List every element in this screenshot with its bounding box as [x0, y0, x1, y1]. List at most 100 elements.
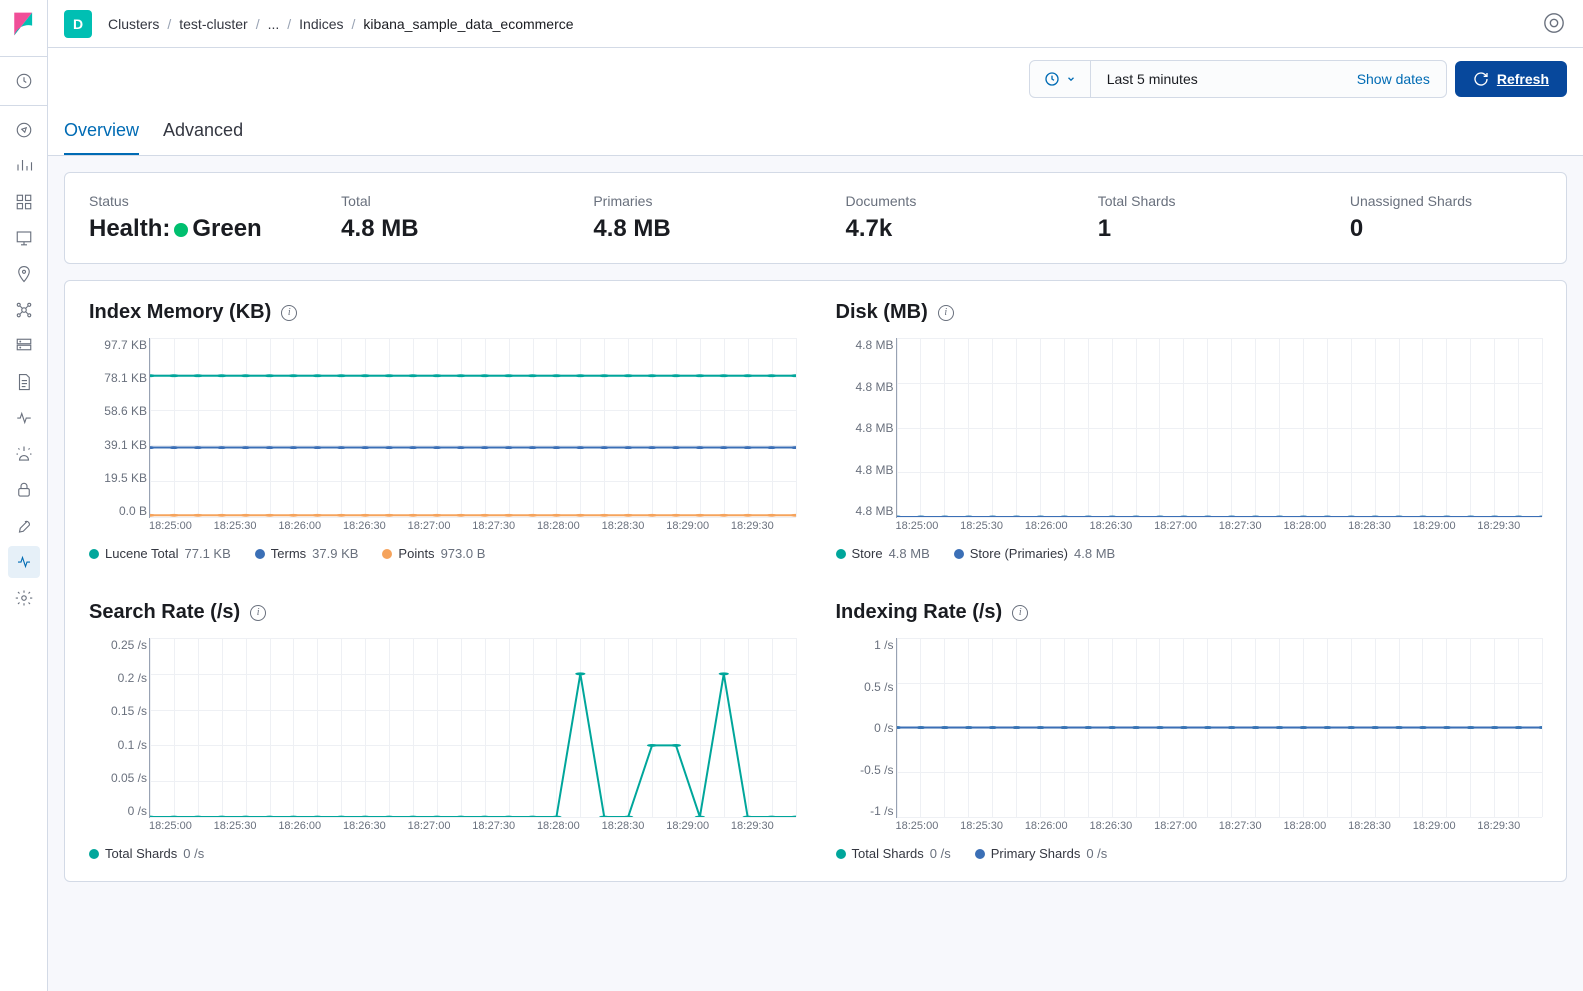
x-tick: 18:29:30	[1477, 820, 1542, 838]
y-tick: 39.1 KB	[89, 438, 147, 452]
time-picker: Last 5 minutes Show dates	[1029, 60, 1447, 98]
legend-item[interactable]: Primary Shards 0 /s	[975, 846, 1108, 861]
nav-discover-icon[interactable]	[8, 114, 40, 146]
legend-name: Store (Primaries)	[970, 546, 1068, 561]
y-tick: 4.8 MB	[836, 504, 894, 518]
legend-name: Terms	[271, 546, 306, 561]
x-tick: 18:29:00	[666, 520, 731, 538]
x-tick: 18:29:00	[1413, 520, 1478, 538]
x-tick: 18:26:30	[343, 820, 408, 838]
legend-item[interactable]: Points 973.0 B	[382, 546, 485, 561]
chart-disk: Disk (MB) i 4.8 MB4.8 MB4.8 MB4.8 MB4.8 …	[836, 301, 1543, 561]
legend-item[interactable]: Terms 37.9 KB	[255, 546, 359, 561]
info-icon[interactable]: i	[250, 605, 266, 621]
x-tick: 18:27:00	[408, 820, 473, 838]
help-icon[interactable]	[1543, 12, 1567, 36]
info-icon[interactable]: i	[938, 305, 954, 321]
nav-recent-icon[interactable]	[8, 65, 40, 97]
sidebar	[0, 0, 48, 991]
y-tick: 0.5 /s	[836, 680, 894, 694]
legend-value: 37.9 KB	[312, 546, 358, 561]
nav-infra-icon[interactable]	[8, 330, 40, 362]
y-tick: 0 /s	[836, 721, 894, 735]
time-range-label[interactable]: Last 5 minutes	[1091, 61, 1341, 97]
x-tick: 18:28:00	[537, 820, 602, 838]
info-icon[interactable]: i	[281, 305, 297, 321]
x-tick: 18:26:30	[343, 520, 408, 538]
y-tick: 0.2 /s	[89, 671, 147, 685]
legend-item[interactable]: Store (Primaries) 4.8 MB	[954, 546, 1115, 561]
legend-indexing-rate: Total Shards 0 /s Primary Shards 0 /s	[836, 846, 1543, 861]
legend-name: Lucene Total	[105, 546, 179, 561]
breadcrumb-ellipsis[interactable]: ...	[268, 16, 280, 32]
legend-dot-icon	[836, 549, 846, 559]
health-dot-icon	[174, 223, 188, 237]
legend-dot-icon	[89, 549, 99, 559]
legend-item[interactable]: Lucene Total 77.1 KB	[89, 546, 231, 561]
plot-disk[interactable]: 4.8 MB4.8 MB4.8 MB4.8 MB4.8 MB18:25:0018…	[836, 338, 1543, 538]
chart-title-disk: Disk (MB)	[836, 301, 928, 324]
nav-uptime-icon[interactable]	[8, 438, 40, 470]
legend-dot-icon	[954, 549, 964, 559]
stat-documents-value: 4.7k	[846, 215, 1038, 243]
y-tick: -0.5 /s	[836, 763, 894, 777]
stat-primaries-label: Primaries	[593, 193, 785, 209]
stat-documents-label: Documents	[846, 193, 1038, 209]
chart-search-rate: Search Rate (/s) i 0.25 /s0.2 /s0.15 /s0…	[89, 601, 796, 861]
nav-maps-icon[interactable]	[8, 258, 40, 290]
x-tick: 18:28:30	[602, 820, 667, 838]
nav-logs-icon[interactable]	[8, 366, 40, 398]
legend-name: Store	[852, 546, 883, 561]
breadcrumb: Clusters / test-cluster / ... / Indices …	[108, 16, 574, 32]
nav-visualize-icon[interactable]	[8, 150, 40, 182]
plot-indexing-rate[interactable]: 1 /s0.5 /s0 /s-0.5 /s-1 /s18:25:0018:25:…	[836, 638, 1543, 838]
breadcrumb-current: kibana_sample_data_ecommerce	[363, 16, 573, 32]
x-tick: 18:25:00	[149, 820, 214, 838]
nav-canvas-icon[interactable]	[8, 222, 40, 254]
legend-item[interactable]: Total Shards 0 /s	[836, 846, 951, 861]
legend-dot-icon	[382, 549, 392, 559]
x-tick: 18:29:30	[1477, 520, 1542, 538]
legend-name: Total Shards	[105, 846, 177, 861]
x-tick: 18:26:00	[278, 820, 343, 838]
nav-apm-icon[interactable]	[8, 402, 40, 434]
x-tick: 18:27:30	[472, 820, 537, 838]
breadcrumb-indices[interactable]: Indices	[299, 16, 343, 32]
kibana-logo-icon[interactable]	[8, 8, 40, 40]
y-tick: 1 /s	[836, 638, 894, 652]
plot-index-memory[interactable]: 97.7 KB78.1 KB58.6 KB39.1 KB19.5 KB0.0 B…	[89, 338, 796, 538]
plot-search-rate[interactable]: 0.25 /s0.2 /s0.15 /s0.1 /s0.05 /s0 /s18:…	[89, 638, 796, 838]
nav-monitoring-icon[interactable]	[8, 546, 40, 578]
stat-primaries-value: 4.8 MB	[593, 215, 785, 243]
breadcrumb-test-cluster[interactable]: test-cluster	[179, 16, 247, 32]
x-tick: 18:27:30	[1219, 820, 1284, 838]
stat-status-label: Status	[89, 193, 281, 209]
time-quick-button[interactable]	[1030, 61, 1091, 97]
tab-overview[interactable]: Overview	[64, 110, 139, 155]
y-tick: 4.8 MB	[836, 421, 894, 435]
x-tick: 18:25:30	[214, 820, 279, 838]
nav-devtools-icon[interactable]	[8, 510, 40, 542]
legend-item[interactable]: Total Shards 0 /s	[89, 846, 204, 861]
nav-management-icon[interactable]	[8, 582, 40, 614]
refresh-button[interactable]: Refresh	[1455, 61, 1567, 97]
nav-siem-icon[interactable]	[8, 474, 40, 506]
x-tick: 18:25:30	[960, 520, 1025, 538]
nav-dashboard-icon[interactable]	[8, 186, 40, 218]
controls-row: Last 5 minutes Show dates Refresh	[48, 48, 1583, 110]
x-tick: 18:26:30	[1089, 820, 1154, 838]
breadcrumb-clusters[interactable]: Clusters	[108, 16, 159, 32]
nav-ml-icon[interactable]	[8, 294, 40, 326]
x-tick: 18:29:00	[666, 820, 731, 838]
tabs: Overview Advanced	[48, 110, 1583, 156]
tab-advanced[interactable]: Advanced	[163, 110, 243, 155]
x-tick: 18:27:00	[1154, 820, 1219, 838]
topbar: D Clusters / test-cluster / ... / Indice…	[48, 0, 1583, 48]
show-dates-link[interactable]: Show dates	[1341, 61, 1446, 97]
x-tick: 18:26:30	[1089, 520, 1154, 538]
info-icon[interactable]: i	[1012, 605, 1028, 621]
y-tick: 4.8 MB	[836, 338, 894, 352]
legend-item[interactable]: Store 4.8 MB	[836, 546, 930, 561]
y-tick: 78.1 KB	[89, 371, 147, 385]
space-badge[interactable]: D	[64, 10, 92, 38]
